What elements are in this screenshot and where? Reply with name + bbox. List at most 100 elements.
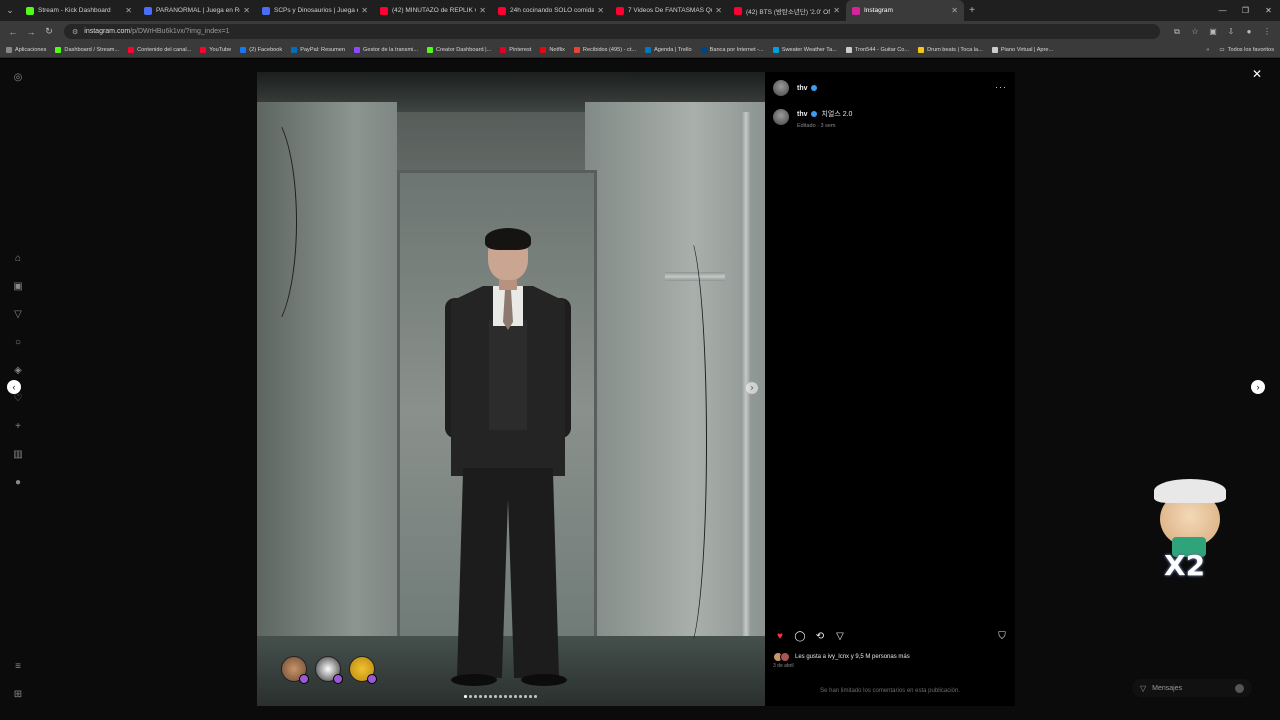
address-bar[interactable]: ⚙ instagram.com/p/DWrHBu6k1vx/?img_index… bbox=[64, 24, 1160, 39]
bookmark-item[interactable]: (2) Facebook bbox=[240, 46, 282, 53]
comment-icon[interactable]: ◯ bbox=[793, 630, 807, 644]
tab-favicon-icon bbox=[262, 6, 270, 15]
browser-tab[interactable]: 7 Videos De FANTASMAS Que...✕ bbox=[610, 0, 728, 21]
subject-hair bbox=[485, 228, 531, 250]
caption-meta: Editado · 3 sem bbox=[797, 123, 836, 129]
tab-close-icon[interactable]: ✕ bbox=[243, 6, 250, 15]
search-icon[interactable]: ○ bbox=[11, 336, 25, 350]
prev-post-arrow-icon[interactable]: ‹ bbox=[7, 380, 21, 394]
explore-icon[interactable]: ◈ bbox=[11, 364, 25, 378]
share-icon[interactable]: ▽ bbox=[833, 630, 847, 644]
url-path: /p/DWrHBu6k1vx/?img_index=1 bbox=[130, 28, 230, 35]
menu-icon[interactable]: ⋮ bbox=[1258, 27, 1276, 37]
bookmark-item[interactable]: Drum beats | Toca la... bbox=[918, 46, 983, 53]
bookmark-item[interactable]: Contenido del canal... bbox=[128, 46, 191, 53]
downloads-icon[interactable]: ⇩ bbox=[1222, 27, 1240, 37]
messages-icon[interactable]: ▽ bbox=[11, 308, 25, 322]
browser-tab[interactable]: SCPs y Dinosaurios | Juega en Roblox✕ bbox=[256, 0, 374, 21]
post-photo[interactable]: › bbox=[257, 72, 765, 706]
carousel-dot bbox=[494, 695, 497, 698]
reels-icon[interactable]: ▣ bbox=[11, 280, 25, 294]
bookmark-label: Recibidos (495) - ct... bbox=[582, 46, 637, 53]
close-window-icon[interactable]: ✕ bbox=[1257, 0, 1280, 21]
bookmark-item[interactable]: Gestor de la transmi... bbox=[354, 46, 418, 53]
more-menu-icon[interactable]: ≡ bbox=[11, 660, 25, 674]
bookmark-item[interactable]: YouTube bbox=[200, 46, 232, 53]
browser-tab[interactable]: 24h cocinando SOLO comida que...✕ bbox=[492, 0, 610, 21]
profile-avatar-icon[interactable]: ● bbox=[11, 476, 25, 490]
next-post-arrow-icon[interactable]: › bbox=[1251, 380, 1265, 394]
messages-button[interactable]: ▽ Mensajes bbox=[1132, 679, 1252, 697]
carousel-next-icon[interactable]: › bbox=[746, 382, 758, 394]
bookmark-item[interactable]: Netflix bbox=[540, 46, 565, 53]
browser-tab[interactable]: (42) BTS (방탄소년단) '2.0' Offi... ✕ bbox=[728, 0, 846, 21]
tagged-avatar[interactable] bbox=[315, 656, 343, 684]
all-bookmarks[interactable]: » ▭ Todos los favoritos bbox=[1206, 42, 1274, 57]
tab-favicon-icon bbox=[734, 6, 742, 15]
tab-close-icon[interactable]: ✕ bbox=[951, 6, 958, 15]
tab-close-icon[interactable]: ✕ bbox=[361, 6, 368, 15]
bookmark-item[interactable]: PayPal: Resumen bbox=[291, 46, 345, 53]
site-info-icon[interactable]: ⚙ bbox=[72, 28, 78, 36]
home-icon[interactable]: ⌂ bbox=[11, 252, 25, 266]
star-icon[interactable]: ☆ bbox=[1186, 27, 1204, 37]
new-tab-button[interactable]: + bbox=[964, 5, 980, 16]
bookmark-favicon-icon bbox=[845, 46, 852, 53]
extensions-icon[interactable]: ▣ bbox=[1204, 27, 1222, 37]
browser-tab[interactable]: Stream - Kick Dashboard ✕ bbox=[20, 0, 138, 21]
bookmark-item[interactable]: Pinterest bbox=[500, 46, 531, 53]
bookmark-item[interactable]: Aplicaciones bbox=[6, 46, 46, 53]
caption-username[interactable]: thv bbox=[797, 111, 808, 118]
liker-avatar bbox=[780, 652, 790, 662]
carousel-dot bbox=[529, 695, 532, 698]
bookmark-label: YouTube bbox=[209, 46, 232, 53]
forward-icon[interactable]: → bbox=[22, 27, 40, 37]
bookmarks-overflow-icon[interactable]: » bbox=[1206, 47, 1209, 53]
tab-close-icon[interactable]: ✕ bbox=[125, 6, 132, 15]
instagram-logo-icon[interactable]: ◎ bbox=[11, 71, 25, 85]
install-app-icon[interactable]: ⧉ bbox=[1168, 27, 1186, 37]
minimize-icon[interactable]: — bbox=[1211, 0, 1234, 21]
notifications-icon[interactable]: ♡ bbox=[11, 392, 25, 406]
bookmark-label: Tron544 - Guitar Co... bbox=[854, 46, 910, 53]
back-icon[interactable]: ← bbox=[4, 27, 22, 37]
meta-apps-icon[interactable]: ⊞ bbox=[11, 688, 25, 702]
close-icon[interactable]: ✕ bbox=[1252, 67, 1262, 81]
bookmark-item[interactable]: Tron544 - Guitar Co... bbox=[845, 46, 910, 53]
more-options-icon[interactable]: ··· bbox=[995, 82, 1007, 92]
caption-avatar[interactable] bbox=[773, 109, 789, 125]
bookmark-item[interactable]: Piano Virtual | Apre... bbox=[991, 46, 1053, 53]
likes-text[interactable]: Les gusta a ivy_lcnx y 9,5 M personas má… bbox=[795, 654, 910, 660]
tagged-avatar[interactable] bbox=[281, 656, 309, 684]
browser-tab[interactable]: Instagram ✕ bbox=[846, 0, 964, 21]
bookmark-item[interactable]: Dashboard / Stream... bbox=[55, 46, 119, 53]
bookmark-item[interactable]: Banca por Internet -... bbox=[700, 46, 764, 53]
browser-tab[interactable]: PARANORMAL | Juega en Roblox✕ bbox=[138, 0, 256, 21]
tab-close-icon[interactable]: ✕ bbox=[833, 6, 840, 15]
dashboard-icon[interactable]: ▥ bbox=[11, 448, 25, 462]
bookmark-item[interactable]: Agenda | Trello bbox=[645, 46, 692, 53]
tab-search-icon[interactable]: ⌄ bbox=[0, 0, 20, 21]
author-avatar[interactable] bbox=[773, 80, 789, 96]
tab-close-icon[interactable]: ✕ bbox=[715, 6, 722, 15]
browser-tab[interactable]: (42) MINUTAZO de REPLIK vs V...✕ bbox=[374, 0, 492, 21]
restore-icon[interactable]: ❐ bbox=[1234, 0, 1257, 21]
post-modal: › thv ··· thv 치얼스 2.0 Editado · 3 sem ♥ … bbox=[257, 72, 1015, 706]
create-icon[interactable]: + bbox=[11, 420, 25, 434]
heart-icon[interactable]: ♥ bbox=[773, 630, 787, 644]
tab-close-icon[interactable]: ✕ bbox=[479, 6, 486, 15]
avatar-badge bbox=[333, 674, 343, 684]
bookmark-item[interactable]: Recibidos (495) - ct... bbox=[573, 46, 637, 53]
tagged-avatar[interactable] bbox=[349, 656, 377, 684]
bookmark-item[interactable]: Sweater Weather Ta... bbox=[772, 46, 837, 53]
carousel-dot bbox=[474, 695, 477, 698]
bookmark-icon[interactable]: ⛉ bbox=[995, 630, 1009, 644]
tab-close-icon[interactable]: ✕ bbox=[597, 6, 604, 15]
reload-icon[interactable]: ↻ bbox=[40, 26, 58, 37]
bookmark-label: Sweater Weather Ta... bbox=[781, 46, 837, 53]
sticker-hat bbox=[1154, 479, 1226, 503]
profile-icon[interactable]: ● bbox=[1240, 27, 1258, 37]
author-username[interactable]: thv bbox=[797, 85, 808, 92]
repost-icon[interactable]: ⟲ bbox=[813, 630, 827, 644]
bookmark-item[interactable]: Creator Dashboard |... bbox=[427, 46, 491, 53]
